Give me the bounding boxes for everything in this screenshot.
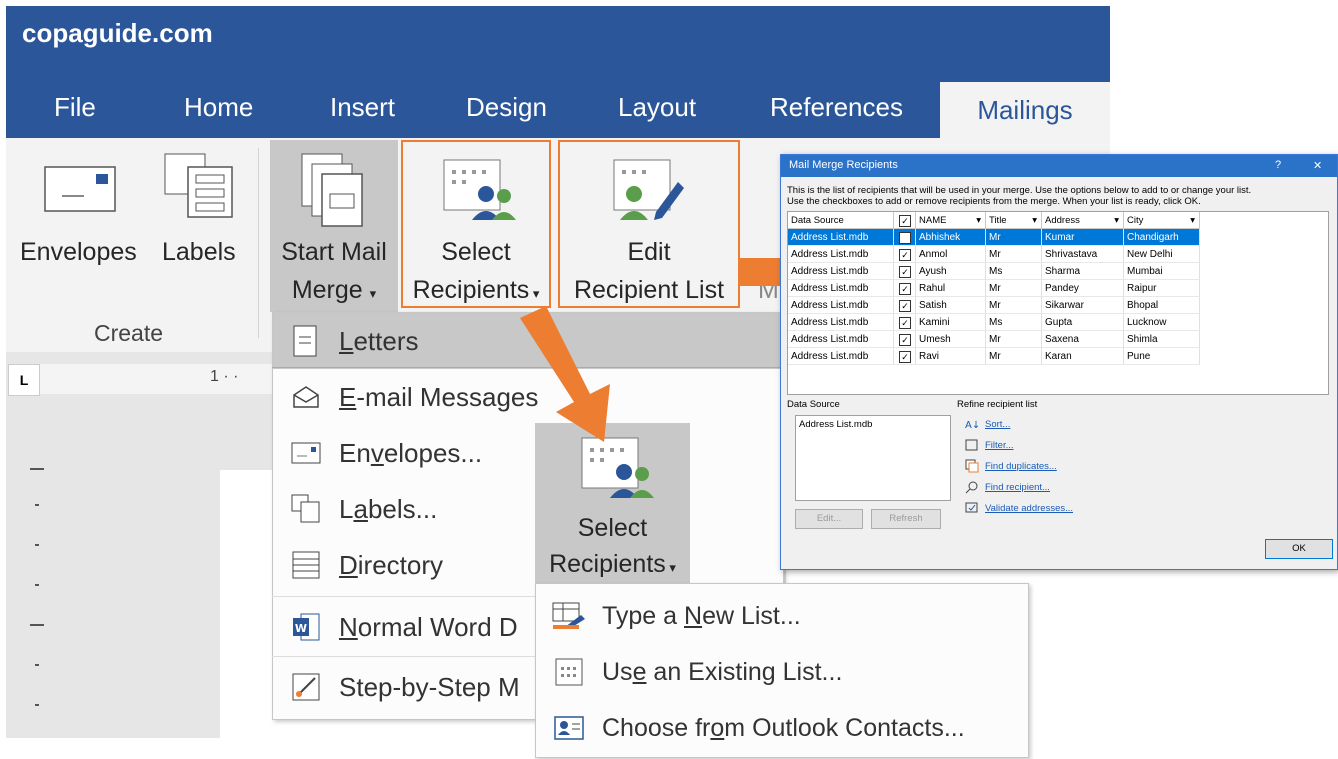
header-title[interactable]: Title ▾ xyxy=(986,212,1042,229)
cell-source: Address List.mdb xyxy=(788,314,894,331)
header-address[interactable]: Address ▾ xyxy=(1042,212,1124,229)
arrow-to-select-menu xyxy=(520,306,610,442)
cell-source: Address List.mdb xyxy=(788,263,894,280)
cell-city: Bhopal xyxy=(1124,297,1200,314)
cell-address: Pandey xyxy=(1042,280,1124,297)
data-source-list[interactable]: Address List.mdb xyxy=(795,415,951,501)
table-row[interactable]: Address List.mdb ✓ Ravi Mr Karan Pune xyxy=(788,348,1200,365)
cell-address: Sikarwar xyxy=(1042,297,1124,314)
cell-name: Ravi xyxy=(916,348,986,365)
header-name[interactable]: NAME ▾ xyxy=(916,212,986,229)
cell-city: Pune xyxy=(1124,348,1200,365)
data-source-item[interactable]: Address List.mdb xyxy=(796,416,950,433)
header-city[interactable]: City ▾ xyxy=(1124,212,1200,229)
cell-address: Karan xyxy=(1042,348,1124,365)
cell-address: Gupta xyxy=(1042,314,1124,331)
table-row[interactable]: Address List.mdb ✓ Kamini Ms Gupta Lucknow xyxy=(788,314,1200,331)
find-recipient-link[interactable]: Find recipient... xyxy=(985,482,1050,493)
cell-city: Lucknow xyxy=(1124,314,1200,331)
cell-name: Kamini xyxy=(916,314,986,331)
row-checkbox[interactable]: ✓ xyxy=(894,263,916,280)
cell-address: Saxena xyxy=(1042,331,1124,348)
filter-icon xyxy=(965,438,979,457)
cell-name: Abhishek xyxy=(916,229,986,246)
cell-title: Mr xyxy=(986,229,1042,246)
close-icon[interactable]: ✕ xyxy=(1313,159,1322,172)
cell-title: Mr xyxy=(986,297,1042,314)
edit-button[interactable]: Edit... xyxy=(795,509,863,529)
ok-button[interactable]: OK xyxy=(1265,539,1333,559)
cell-address: Shrivastava xyxy=(1042,246,1124,263)
data-source-label: Data Source xyxy=(787,399,840,410)
dialog-intro-2: Use the checkboxes to add or remove reci… xyxy=(787,196,1201,207)
row-checkbox[interactable]: ✓ xyxy=(894,314,916,331)
cell-name: Rahul xyxy=(916,280,986,297)
row-checkbox[interactable]: ✓ xyxy=(894,348,916,365)
sort-icon: A↓ xyxy=(965,417,980,436)
row-checkbox[interactable]: ✓ xyxy=(894,229,916,246)
cell-title: Ms xyxy=(986,263,1042,280)
mail-merge-recipients-dialog: Mail Merge Recipients ? ✕ This is the li… xyxy=(780,154,1338,570)
cell-source: Address List.mdb xyxy=(788,348,894,365)
find-recipient-icon xyxy=(965,480,979,499)
header-check[interactable]: ✓ xyxy=(894,212,916,229)
table-row[interactable]: Address List.mdb ✓ Umesh Mr Saxena Shimla xyxy=(788,331,1200,348)
cell-name: Ayush xyxy=(916,263,986,280)
find-duplicates-link[interactable]: Find duplicates... xyxy=(985,461,1057,472)
dialog-intro-1: This is the list of recipients that will… xyxy=(787,185,1252,196)
sort-link[interactable]: Sort... xyxy=(985,419,1010,430)
refine-label: Refine recipient list xyxy=(957,399,1038,410)
cell-city: Chandigarh xyxy=(1124,229,1200,246)
row-checkbox[interactable]: ✓ xyxy=(894,331,916,348)
dialog-title: Mail Merge Recipients xyxy=(789,159,898,171)
cell-title: Mr xyxy=(986,331,1042,348)
table-row[interactable]: Address List.mdb ✓ Ayush Ms Sharma Mumbai xyxy=(788,263,1200,280)
cell-address: Sharma xyxy=(1042,263,1124,280)
row-checkbox[interactable]: ✓ xyxy=(894,246,916,263)
recipients-grid: Data Source ✓ NAME ▾ Title ▾ Address ▾ City… xyxy=(787,211,1329,395)
find-duplicates-icon xyxy=(965,459,979,478)
cell-source: Address List.mdb xyxy=(788,331,894,348)
cell-title: Mr xyxy=(986,246,1042,263)
cell-source: Address List.mdb xyxy=(788,297,894,314)
cell-title: Mr xyxy=(986,280,1042,297)
refresh-button[interactable]: Refresh xyxy=(871,509,941,529)
cell-city: Raipur xyxy=(1124,280,1200,297)
validate-addresses-icon xyxy=(965,501,979,520)
cell-city: Mumbai xyxy=(1124,263,1200,280)
svg-text:A↓: A↓ xyxy=(965,420,979,431)
help-button[interactable]: ? xyxy=(1275,159,1281,171)
table-row[interactable]: Address List.mdb ✓ Abhishek Mr Kumar Chandiga… xyxy=(788,229,1200,246)
filter-link[interactable]: Filter... xyxy=(985,440,1014,451)
row-checkbox[interactable]: ✓ xyxy=(894,280,916,297)
cell-source: Address List.mdb xyxy=(788,229,894,246)
cell-city: New Delhi xyxy=(1124,246,1200,263)
validate-addresses-link[interactable]: Validate addresses... xyxy=(985,503,1073,514)
table-row[interactable]: Address List.mdb ✓ Anmol Mr Shrivastava New D… xyxy=(788,246,1200,263)
cell-name: Satish xyxy=(916,297,986,314)
cell-source: Address List.mdb xyxy=(788,280,894,297)
cell-title: Ms xyxy=(986,314,1042,331)
table-row[interactable]: Address List.mdb ✓ Rahul Mr Pandey Raipur xyxy=(788,280,1200,297)
cell-name: Anmol xyxy=(916,246,986,263)
table-row[interactable]: Address List.mdb ✓ Satish Mr Sikarwar Bhopal xyxy=(788,297,1200,314)
cell-title: Mr xyxy=(986,348,1042,365)
cell-city: Shimla xyxy=(1124,331,1200,348)
dialog-title-bar: Mail Merge Recipients ? ✕ xyxy=(781,155,1337,177)
cell-name: Umesh xyxy=(916,331,986,348)
cell-source: Address List.mdb xyxy=(788,246,894,263)
row-checkbox[interactable]: ✓ xyxy=(894,297,916,314)
cell-address: Kumar xyxy=(1042,229,1124,246)
header-data-source[interactable]: Data Source xyxy=(788,212,894,229)
